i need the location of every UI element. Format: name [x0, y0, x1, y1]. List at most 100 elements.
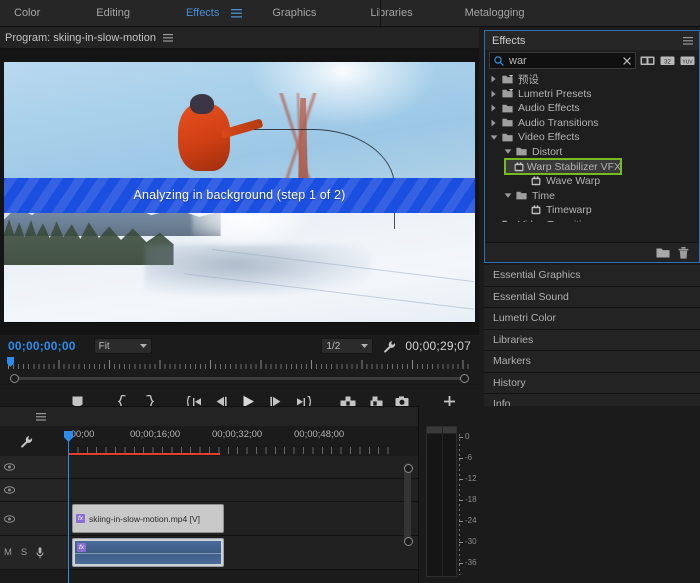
program-monitor-tab-label[interactable]: Program: skiing-in-slow-motion: [5, 32, 156, 44]
timeline-tabbar: [0, 407, 418, 426]
timeline-audio-clip[interactable]: fx: [72, 538, 224, 567]
audio-track-1[interactable]: M Sfx: [0, 536, 418, 570]
32-bit-color-filter-icon[interactable]: 32: [659, 52, 676, 69]
program-monitor-time-ruler[interactable]: [0, 357, 479, 373]
effects-tree-item-label: Time: [532, 189, 555, 202]
duration-timecode[interactable]: 00;00;29;07: [405, 339, 471, 353]
chevron-down-icon[interactable]: [501, 148, 514, 155]
video-track-1[interactable]: fx skiing-in-slow-motion.mp4 [V]: [0, 502, 418, 536]
presets-folder-icon: [500, 74, 515, 84]
track-content[interactable]: fx skiing-in-slow-motion.mp4 [V]: [68, 502, 396, 535]
playback-resolution-select[interactable]: 1/2: [321, 338, 374, 354]
track-content[interactable]: [68, 479, 396, 501]
audio-meter-channel-left: [427, 427, 442, 576]
effects-tree-item[interactable]: 预设: [485, 72, 699, 87]
timeline-vertical-scrollbar[interactable]: [404, 463, 411, 545]
effects-tree-item[interactable]: Warp Stabilizer VFX: [505, 159, 621, 174]
effects-tree-item[interactable]: Wave Warp: [485, 174, 699, 189]
effects-tree-item[interactable]: Audio Transitions: [485, 116, 699, 131]
workspace-tab-color[interactable]: Color: [8, 0, 46, 27]
collapsed-panel-tab[interactable]: Lumetri Color: [484, 308, 700, 330]
video-track-2[interactable]: [0, 479, 418, 502]
settings-wrench-icon[interactable]: [383, 340, 396, 353]
workspace-tab-libraries[interactable]: Libraries: [364, 0, 418, 27]
current-timecode[interactable]: 00;00;00;00: [8, 339, 76, 353]
panel-menu-icon[interactable]: [683, 36, 693, 45]
toggle-track-output-eye-icon[interactable]: [4, 514, 15, 523]
chevron-right-icon[interactable]: [487, 75, 500, 83]
effects-panel-title[interactable]: Effects: [492, 35, 525, 47]
timeline-tracks[interactable]: fx skiing-in-slow-motion.mp4 [V] M Sfx: [0, 456, 418, 583]
effects-tree[interactable]: 预设 Lumetri Presets Audio Effects Audio Tran…: [485, 70, 699, 222]
panel-menu-icon[interactable]: [163, 33, 173, 42]
chevron-right-icon[interactable]: [487, 119, 500, 127]
mute-track-button[interactable]: M: [4, 547, 12, 558]
program-monitor-stage[interactable]: Analyzing in background (step 1 of 2): [0, 49, 479, 335]
chevron-right-icon[interactable]: [487, 104, 500, 112]
effects-tree-item-label: 预设: [518, 73, 539, 86]
trash-icon[interactable]: [678, 246, 689, 259]
collapsed-panel-tab[interactable]: Libraries: [484, 329, 700, 351]
workspace-tab-label: Editing: [96, 7, 130, 19]
track-content[interactable]: fx: [68, 536, 396, 569]
video-track-3[interactable]: [0, 456, 418, 479]
video-preview[interactable]: Analyzing in background (step 1 of 2): [4, 61, 475, 323]
workspace-tab-editing[interactable]: Editing: [90, 0, 136, 27]
new-custom-bin-icon[interactable]: [656, 247, 670, 258]
folder-icon: [500, 220, 515, 222]
chevron-right-icon[interactable]: [487, 90, 500, 98]
effects-tree-item[interactable]: Video Transitions: [485, 218, 699, 222]
effects-tree-item[interactable]: Timewarp: [485, 203, 699, 218]
effect-icon: [528, 205, 543, 215]
zoom-level-value: Fit: [98, 340, 110, 352]
effects-tree-item-label: Video Effects: [518, 131, 580, 144]
effects-tree-item[interactable]: Time: [485, 189, 699, 204]
timeline-video-clip[interactable]: fx skiing-in-slow-motion.mp4 [V]: [72, 504, 224, 533]
effect-icon: [528, 176, 543, 186]
track-content[interactable]: [68, 456, 396, 478]
audio-meter-peak-cap: [427, 427, 442, 434]
program-monitor-zoom-scrollbar[interactable]: [0, 373, 479, 384]
voice-over-mic-icon[interactable]: [36, 546, 44, 559]
clear-search-icon[interactable]: [623, 56, 631, 65]
solo-track-button[interactable]: S: [21, 547, 27, 558]
panel-menu-icon[interactable]: [36, 412, 46, 421]
timeline-scroll-bottom-handle[interactable]: [404, 537, 413, 546]
timeline-work-area-bar[interactable]: [68, 453, 220, 455]
chevron-down-icon[interactable]: [501, 192, 514, 199]
workspace-tab-label: Graphics: [272, 7, 317, 19]
audio-meter-scale-label: -12: [459, 474, 477, 483]
folder-icon: [500, 118, 515, 127]
chevron-down-icon: [139, 344, 147, 348]
effects-tree-item[interactable]: Video Effects: [485, 130, 699, 145]
workspace-tab-graphics[interactable]: Graphics: [266, 0, 322, 27]
timeline-settings-wrench-icon[interactable]: [20, 435, 33, 448]
timeline-playhead[interactable]: [64, 431, 73, 583]
chevron-down-icon[interactable]: [487, 134, 500, 141]
zoom-scrollbar-left-handle[interactable]: [10, 374, 19, 383]
collapsed-panel-tab[interactable]: History: [484, 372, 700, 394]
right-bottom-filler: [484, 406, 700, 583]
timeline-ruler[interactable]: ;00;00 00;00;16;00 00;00;32;00 00;00;48;…: [68, 426, 396, 456]
timeline-scroll-top-handle[interactable]: [404, 464, 413, 473]
zoom-level-select[interactable]: Fit: [93, 338, 152, 354]
toggle-track-output-eye-icon[interactable]: [4, 463, 15, 471]
effects-tree-item-label: Lumetri Presets: [518, 87, 592, 100]
toggle-track-output-eye-icon[interactable]: [4, 486, 15, 494]
chevron-right-icon[interactable]: [487, 221, 500, 222]
time-ruler-ticks: [8, 360, 471, 369]
collapsed-panel-tab[interactable]: Essential Sound: [484, 286, 700, 308]
yuv-color-filter-icon[interactable]: YUV: [679, 52, 696, 69]
workspace-overflow-menu-icon[interactable]: [228, 0, 244, 27]
zoom-scrollbar-right-handle[interactable]: [460, 374, 469, 383]
accelerated-effects-filter-icon[interactable]: [639, 52, 656, 69]
collapsed-panel-tab[interactable]: Essential Graphics: [484, 265, 700, 287]
workspace-tab-effects[interactable]: Effects: [180, 0, 225, 27]
workspace-tab-metalogging[interactable]: Metalogging: [459, 0, 531, 27]
effects-search-field[interactable]: war: [489, 52, 636, 69]
effects-tree-item[interactable]: Lumetri Presets: [485, 87, 699, 102]
effects-tree-item[interactable]: Audio Effects: [485, 101, 699, 116]
effects-tree-item[interactable]: Distort: [485, 145, 699, 160]
audio-meter-body[interactable]: [426, 426, 457, 577]
collapsed-panel-tab[interactable]: Markers: [484, 351, 700, 373]
